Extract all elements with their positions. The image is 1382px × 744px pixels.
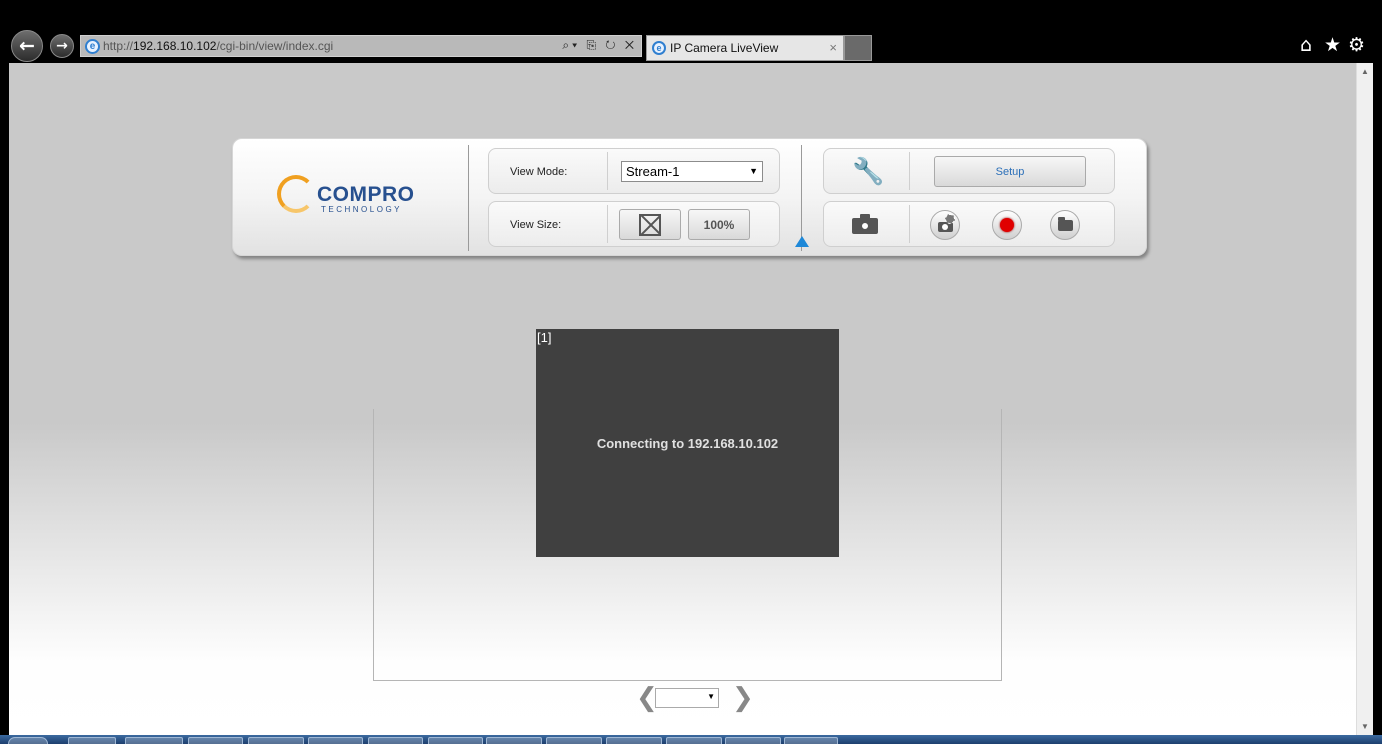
tab-close-icon[interactable]: × [829,40,837,55]
url-prefix: http:// [103,39,134,53]
home-icon[interactable]: ⌂ [1300,34,1312,56]
taskbar-item[interactable] [125,737,183,744]
taskbar-item[interactable] [368,737,423,744]
next-page-icon[interactable]: ❯ [732,685,754,711]
back-button[interactable]: ← [11,30,43,62]
dropdown-arrow-icon: ▼ [707,692,715,701]
taskbar-item[interactable] [486,737,542,744]
forward-arrow-icon: → [56,38,68,54]
view-mode-group: View Mode: Stream-1 ▼ [488,148,780,194]
view-mode-select[interactable]: Stream-1 ▼ [621,161,763,182]
taskbar-item[interactable] [308,737,363,744]
ie-tab-icon: e [652,41,666,55]
channel-pager: ❮ ▼ ❯ [634,685,754,713]
view-mode-label: View Mode: [510,166,568,178]
view-size-group: View Size: 100% [488,201,780,247]
taskbar-item[interactable] [248,737,304,744]
taskbar-item[interactable] [546,737,602,744]
taskbar-item[interactable] [784,737,838,744]
control-panel: COMPRO TECHNOLOGY View Mode: Stream-1 ▼ … [232,138,1147,256]
tab-ip-camera-liveview[interactable]: e IP Camera LiveView × [646,35,844,61]
taskbar-item[interactable] [188,737,243,744]
camera-icon [852,214,878,234]
view-mode-value: Stream-1 [626,164,680,179]
url-path: /cgi-bin/view/index.cgi [216,39,334,53]
new-tab-button[interactable] [844,35,872,61]
record-button[interactable] [992,210,1022,240]
scroll-down-icon[interactable]: ▼ [1361,722,1369,731]
page-select[interactable]: ▼ [655,688,719,708]
browser-chrome: ← → e http:// 192.168.10.102 /cgi-bin/vi… [0,0,1382,63]
snapshot-button[interactable] [930,210,960,240]
folder-icon [1057,216,1073,231]
back-arrow-icon: ← [19,35,35,57]
divider [607,205,608,243]
zoom-100-button[interactable]: 100% [688,209,750,240]
panel-toggle-arrow-icon[interactable] [795,236,809,247]
compro-logo: COMPRO TECHNOLOGY [277,175,427,219]
taskbar-item[interactable] [606,737,662,744]
dropdown-arrow-icon: ▼ [749,166,758,176]
page-content: COMPRO TECHNOLOGY View Mode: Stream-1 ▼ … [9,63,1356,735]
taskbar-item[interactable] [666,737,722,744]
url-host: 192.168.10.102 [133,39,217,53]
taskbar-item[interactable] [68,737,116,744]
favorites-star-icon[interactable]: ★ [1324,34,1341,56]
setup-group: 🔧 Setup [823,148,1115,194]
scroll-up-icon[interactable]: ▲ [1361,67,1369,76]
fit-window-icon [639,213,661,236]
start-button[interactable] [8,737,48,744]
forward-button[interactable]: → [50,34,74,58]
record-icon [1000,218,1014,232]
divider [607,152,608,190]
tools-gear-icon[interactable]: ⚙ [1348,34,1365,56]
taskbar-item[interactable] [428,737,483,744]
logo-name: COMPRO [317,183,415,206]
snapshot-icon [937,214,955,232]
taskbar [0,735,1382,744]
divider [909,152,910,190]
open-folder-button[interactable] [1050,210,1080,240]
divider [909,205,910,243]
tools-icon: 🔧 [852,157,885,187]
connection-status: Connecting to 192.168.10.102 [596,436,779,451]
video-channel-1[interactable]: [1] Connecting to 192.168.10.102 [536,329,839,557]
ie-page-icon: e [85,38,100,54]
address-bar[interactable]: e http:// 192.168.10.102 /cgi-bin/view/i… [80,35,642,57]
window-edge [1373,63,1382,735]
tab-title: IP Camera LiveView [670,41,779,55]
logo-subtitle: TECHNOLOGY [321,205,403,214]
channel-index-label: [1] [537,330,552,345]
fit-window-button[interactable] [619,209,681,240]
address-tools-icons[interactable]: ⌕▾ ⎘ ↻ ✕ [562,38,637,53]
divider [468,145,469,251]
setup-button[interactable]: Setup [934,156,1086,187]
view-size-label: View Size: [510,219,562,231]
logo-ring-icon [277,175,315,213]
vertical-scrollbar[interactable]: ▲ ▼ [1356,63,1373,735]
taskbar-item[interactable] [725,737,781,744]
capture-group [823,201,1115,247]
